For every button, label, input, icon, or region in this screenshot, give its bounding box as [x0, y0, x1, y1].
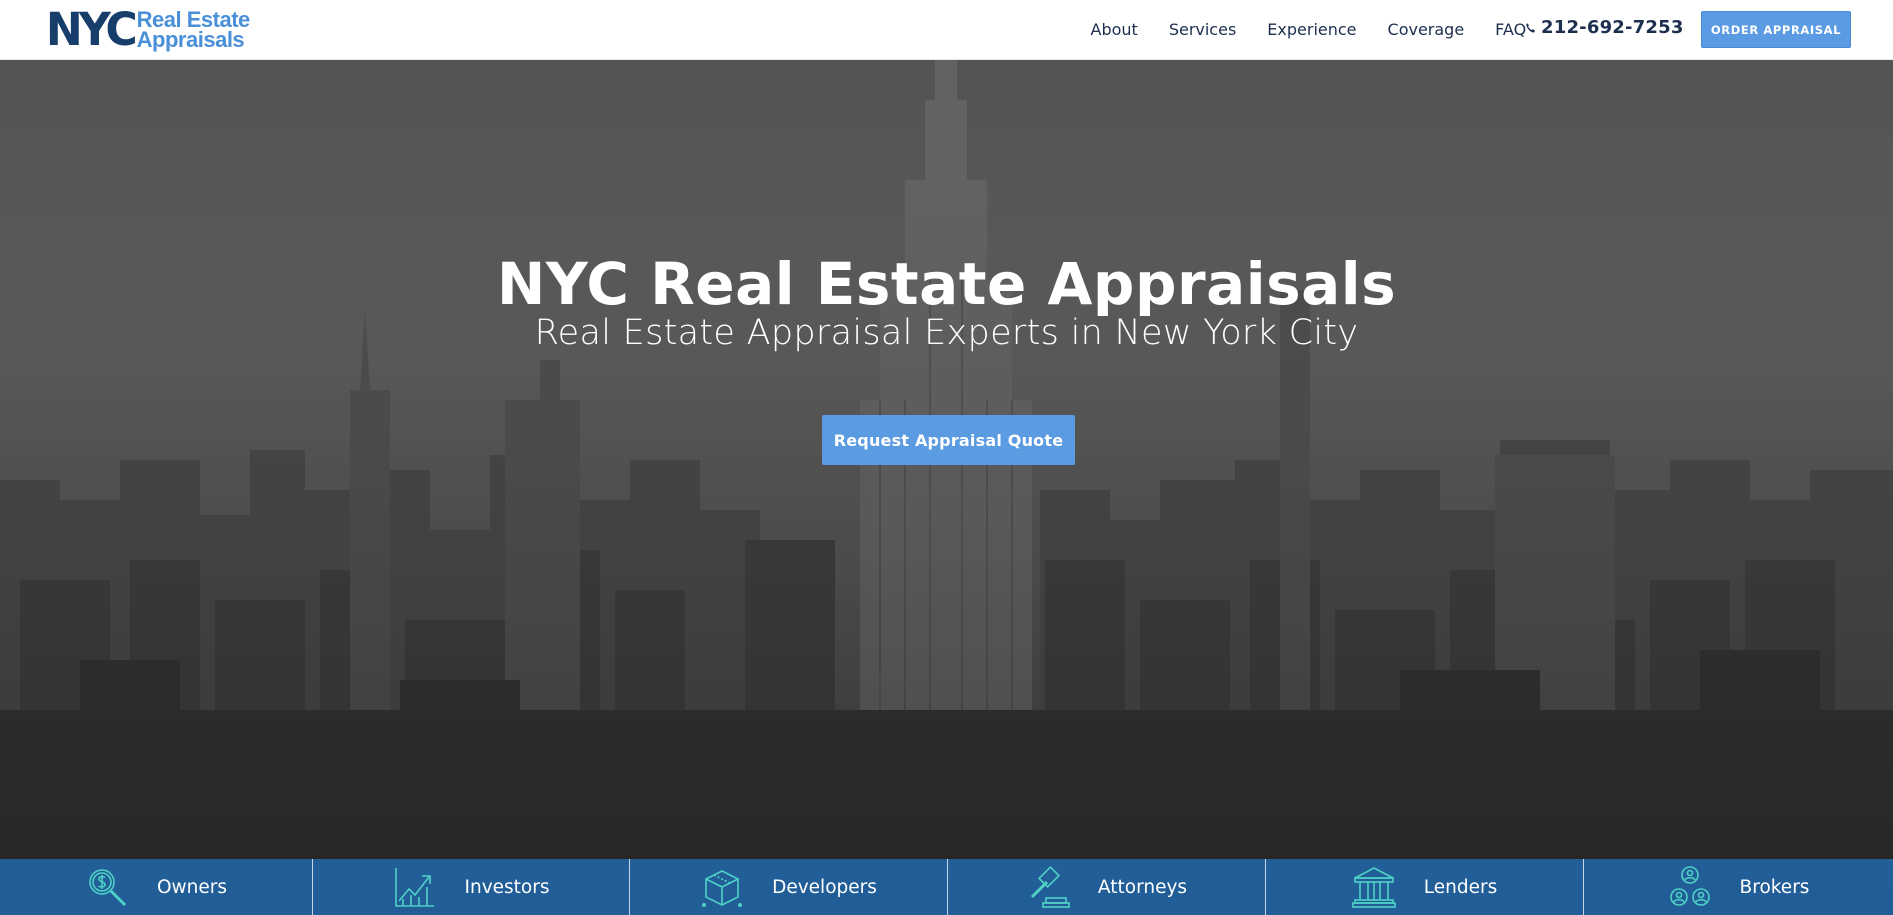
hero-subtitle: Real Estate Appraisal Experts in New Yor…	[534, 313, 1359, 353]
page: NYC Real Estate Appraisals About Service…	[0, 0, 1893, 915]
category-attorneys[interactable]: Attorneys	[948, 859, 1266, 915]
request-quote-button[interactable]: Request Appraisal Quote	[822, 415, 1075, 465]
navbar: NYC Real Estate Appraisals About Service…	[0, 0, 1893, 60]
growth-chart-icon	[394, 868, 434, 907]
hero-title: NYC Real Estate Appraisals	[496, 250, 1397, 318]
category-label: Owners	[156, 876, 228, 898]
cube-icon	[702, 870, 743, 907]
bank-icon	[1351, 867, 1396, 908]
category-developers[interactable]: Developers	[630, 859, 948, 915]
category-investors[interactable]: Investors	[313, 859, 630, 915]
nav-experience[interactable]: Experience	[1267, 20, 1356, 39]
category-bar: Owners Investors Developers Attorneys Le…	[0, 859, 1893, 915]
gavel-icon	[1030, 865, 1070, 908]
category-label: Attorneys	[1097, 876, 1188, 898]
nav-faq[interactable]: FAQ	[1495, 20, 1526, 39]
magnifier-dollar-icon	[89, 869, 127, 907]
hero-overlay	[0, 60, 1893, 915]
category-label: Brokers	[1739, 876, 1810, 898]
hero-section	[0, 60, 1893, 915]
category-owners[interactable]: Owners	[0, 859, 313, 915]
category-brokers[interactable]: Brokers	[1584, 859, 1893, 915]
nav-links: About Services Experience Coverage FAQ	[1075, 0, 1542, 58]
logo-nyc-text: NYC	[45, 3, 138, 56]
category-lenders[interactable]: Lenders	[1266, 859, 1584, 915]
phone-icon	[1526, 22, 1535, 33]
people-network-icon	[1669, 866, 1710, 906]
category-label: Investors	[464, 876, 550, 898]
logo-line-2: Appraisals	[136, 27, 245, 52]
phone-number: 212-692-7253	[1541, 17, 1684, 38]
category-label: Lenders	[1423, 876, 1498, 898]
site-logo[interactable]: NYC Real Estate Appraisals	[45, 3, 251, 56]
category-label: Developers	[772, 876, 877, 898]
phone-link[interactable]: 212-692-7253	[1525, 17, 1684, 38]
order-appraisal-button[interactable]: ORDER APPRAISAL	[1701, 11, 1851, 48]
nav-about[interactable]: About	[1091, 20, 1138, 39]
nav-services[interactable]: Services	[1169, 20, 1236, 39]
nav-coverage[interactable]: Coverage	[1388, 20, 1465, 39]
logo-words: Real Estate Appraisals	[136, 9, 251, 52]
